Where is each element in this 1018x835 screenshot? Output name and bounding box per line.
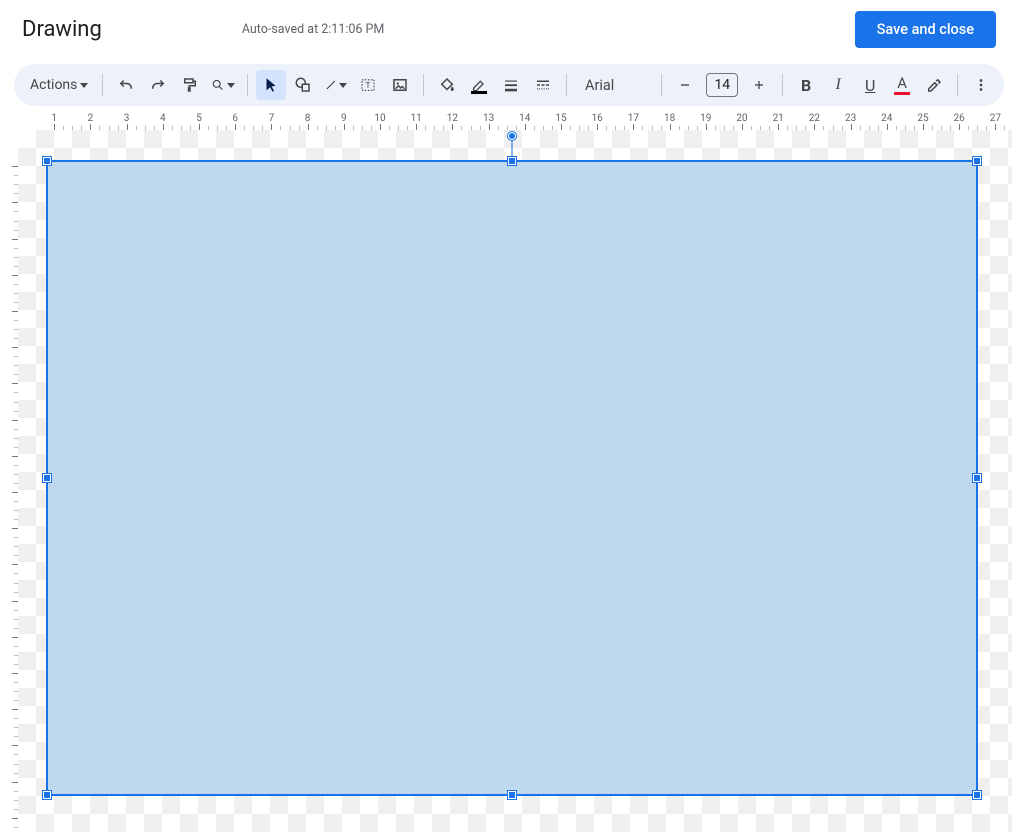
shapes-icon [294, 76, 312, 94]
italic-button[interactable]: I [823, 70, 853, 100]
resize-handle-n[interactable] [508, 157, 516, 165]
font-size-group [670, 70, 774, 100]
vertical-ruler [0, 130, 18, 832]
horizontal-ruler: 1234567891011121314151617181920212223242… [18, 112, 1012, 130]
more-options-button[interactable] [966, 70, 996, 100]
shape-tool[interactable] [288, 70, 318, 100]
text-box-tool[interactable]: T [353, 70, 383, 100]
cursor-icon [262, 76, 280, 94]
undo-button[interactable] [111, 70, 141, 100]
resize-handle-s[interactable] [508, 791, 516, 799]
chevron-down-icon [227, 83, 235, 88]
rotation-handle[interactable] [508, 132, 516, 140]
selected-rectangle-shape[interactable] [46, 160, 978, 796]
resize-handle-nw[interactable] [43, 157, 51, 165]
border-color-button[interactable] [464, 70, 494, 100]
highlighter-icon [925, 76, 943, 94]
font-name-label: Arial [585, 77, 614, 94]
zoom-dropdown[interactable] [207, 70, 239, 100]
line-tool[interactable] [320, 70, 352, 100]
dialog-title: Drawing [22, 17, 102, 42]
highlight-color-button[interactable] [919, 70, 949, 100]
header: Drawing Auto-saved at 2:11:06 PM Save an… [0, 0, 1018, 56]
paint-roller-icon [181, 76, 199, 94]
fill-color-button[interactable] [432, 70, 462, 100]
line-weight-icon [502, 76, 520, 94]
color-swatch [894, 92, 910, 95]
bold-icon: B [801, 76, 811, 95]
border-dash-button[interactable] [528, 70, 558, 100]
select-tool[interactable] [256, 70, 286, 100]
bold-button[interactable]: B [791, 70, 821, 100]
font-size-decrease[interactable] [670, 70, 700, 100]
chevron-down-icon [80, 83, 88, 88]
plus-icon [751, 77, 767, 93]
resize-handle-ne[interactable] [973, 157, 981, 165]
text-color-button[interactable]: A [887, 70, 917, 100]
resize-handle-se[interactable] [973, 791, 981, 799]
pencil-icon [471, 77, 487, 91]
text-box-icon: T [359, 76, 377, 94]
underline-icon: U [865, 76, 875, 95]
line-icon [324, 76, 338, 94]
resize-handle-sw[interactable] [43, 791, 51, 799]
drawing-canvas[interactable] [18, 130, 1012, 832]
line-dash-icon [534, 76, 552, 94]
actions-menu[interactable]: Actions [22, 70, 94, 100]
resize-handle-e[interactable] [973, 474, 981, 482]
font-size-increase[interactable] [744, 70, 774, 100]
paint-format-button[interactable] [175, 70, 205, 100]
undo-icon [117, 76, 135, 94]
paint-bucket-icon [438, 76, 456, 94]
more-vertical-icon [972, 76, 990, 94]
minus-icon [677, 77, 693, 93]
font-size-input[interactable] [706, 73, 738, 97]
actions-label: Actions [30, 77, 77, 93]
workspace: 1234567891011121314151617181920212223242… [0, 112, 1012, 832]
svg-text:T: T [366, 81, 371, 91]
chevron-down-icon [339, 83, 347, 88]
italic-icon: I [835, 76, 840, 94]
insert-image-button[interactable] [385, 70, 415, 100]
save-and-close-button[interactable]: Save and close [855, 11, 996, 48]
image-icon [391, 76, 409, 94]
redo-icon [149, 76, 167, 94]
text-color-icon: A [897, 76, 907, 91]
autosave-status: Auto-saved at 2:11:06 PM [242, 22, 385, 37]
zoom-icon [211, 76, 225, 94]
font-family-dropdown[interactable]: Arial [575, 70, 653, 100]
redo-button[interactable] [143, 70, 173, 100]
underline-button[interactable]: U [855, 70, 885, 100]
border-weight-button[interactable] [496, 70, 526, 100]
toolbar: Actions T [14, 64, 1004, 106]
color-swatch [471, 91, 487, 94]
resize-handle-w[interactable] [43, 474, 51, 482]
